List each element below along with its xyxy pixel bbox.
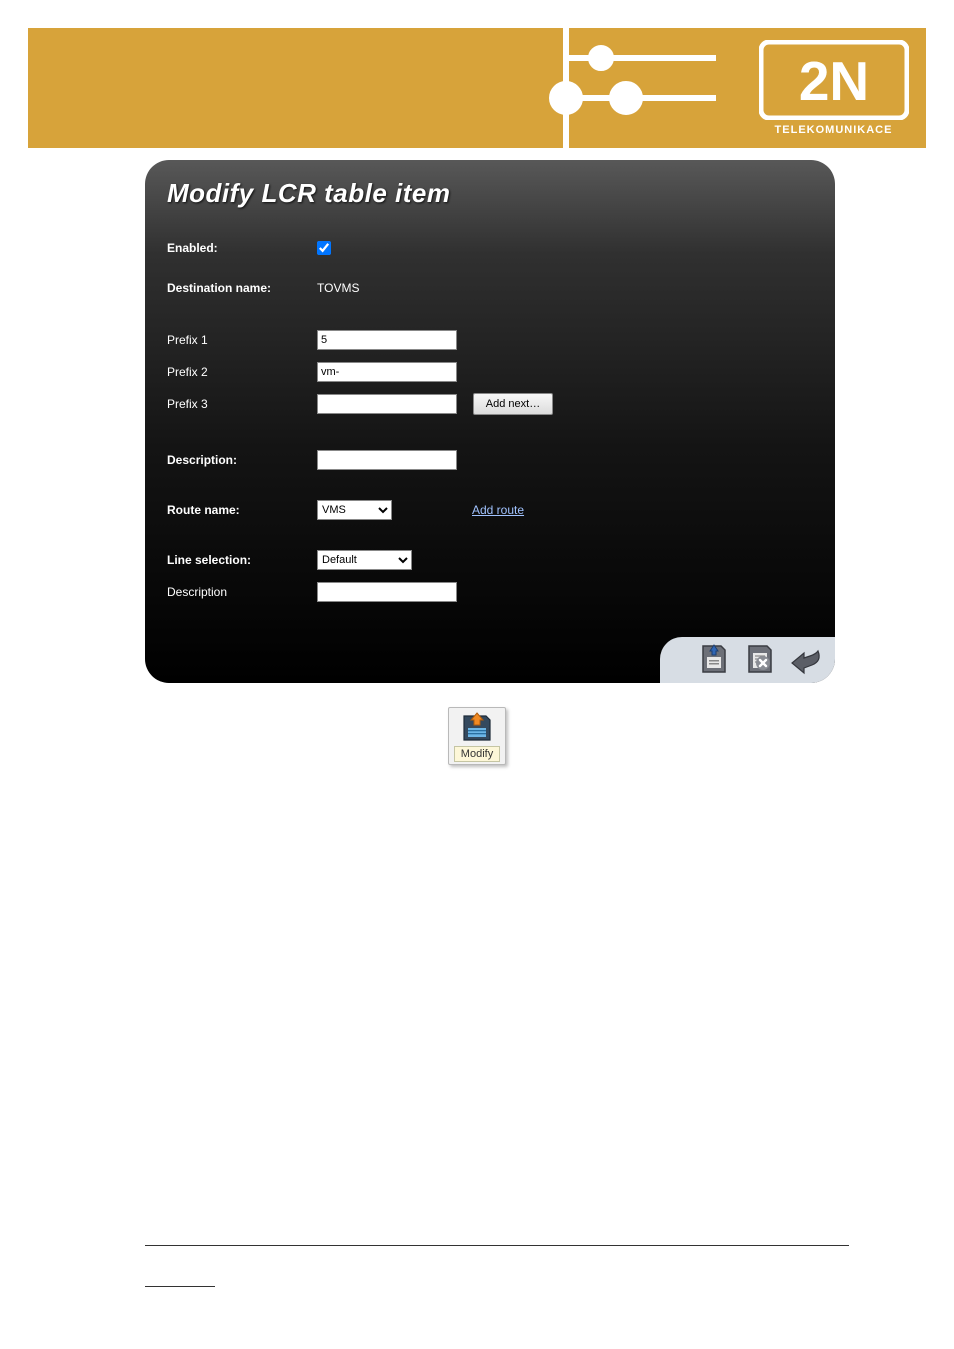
prefix1-label: Prefix 1 [167,333,317,347]
back-icon[interactable] [787,641,825,679]
prefix2-label: Prefix 2 [167,365,317,379]
prefix3-input[interactable] [317,394,457,414]
brand-logo: 2N TELEKOMUNIKACE [751,40,916,136]
enabled-checkbox[interactable] [317,241,331,255]
prefix2-input[interactable] [317,362,457,382]
route-label: Route name: [167,503,317,517]
modify-button[interactable]: Modify [448,707,506,765]
prefix1-input[interactable] [317,330,457,350]
desc2-input[interactable] [317,582,457,602]
delete-icon[interactable] [741,641,779,679]
line-selection-label: Line selection: [167,553,317,567]
description-label: Description: [167,453,317,467]
footer-action-bar [660,637,835,683]
modify-button-label: Modify [454,746,500,762]
top-banner: 2N TELEKOMUNIKACE [28,28,926,148]
panel-title: Modify LCR table item [167,178,813,209]
desc2-label: Description [167,585,317,599]
description-input[interactable] [317,450,457,470]
svg-text:2N: 2N [798,50,868,112]
add-next-button[interactable]: Add next… [473,393,553,415]
enabled-label: Enabled: [167,241,317,255]
line-selection-select[interactable]: Default [317,550,412,570]
save-icon[interactable] [695,641,733,679]
banner-graphic [516,28,736,148]
prefix3-label: Prefix 3 [167,397,317,411]
route-select[interactable]: VMS [317,500,392,520]
footer-divider [145,1245,849,1246]
destination-value: TOVMS [317,281,359,295]
destination-label: Destination name: [167,281,317,295]
lcr-panel: Modify LCR table item Enabled: Destinati… [145,160,835,683]
footnote-divider [145,1286,215,1287]
brand-tagline: TELEKOMUNIKACE [751,124,916,136]
add-route-link[interactable]: Add route [472,503,524,517]
